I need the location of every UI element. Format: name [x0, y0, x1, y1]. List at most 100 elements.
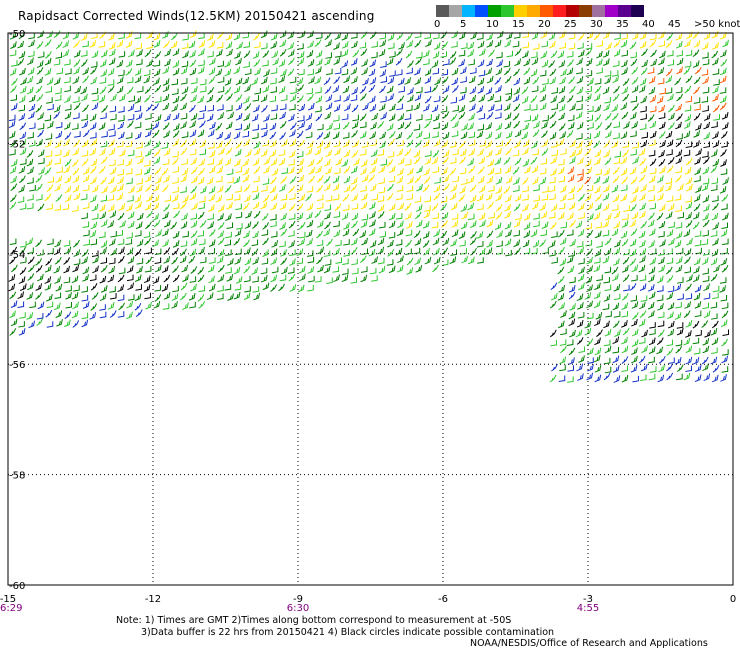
- wind-barb: [685, 356, 693, 365]
- wind-barb: [649, 328, 656, 336]
- wind-barb: [495, 148, 502, 156]
- wind-barb: [136, 185, 143, 193]
- wind-barb: [27, 282, 34, 291]
- wind-barb: [461, 211, 468, 220]
- wind-barb: [640, 166, 648, 174]
- wind-barb: [424, 68, 432, 76]
- wind-barb: [415, 130, 423, 139]
- wind-barb: [198, 300, 206, 309]
- wind-barb: [190, 157, 197, 166]
- wind-barb: [217, 60, 224, 68]
- wind-barb: [225, 213, 232, 221]
- wind-barb: [253, 210, 261, 219]
- wind-barb: [109, 286, 116, 293]
- wind-barb: [280, 194, 288, 201]
- legend-label: >50 knots: [694, 19, 740, 30]
- wind-barb: [281, 139, 288, 147]
- wind-barb: [585, 48, 593, 56]
- wind-barb: [665, 87, 673, 94]
- wind-barb: [415, 114, 423, 121]
- wind-barb: [495, 104, 502, 111]
- wind-barb: [639, 193, 646, 201]
- wind-barb: [702, 178, 710, 185]
- wind-barb: [594, 318, 601, 327]
- wind-barb: [685, 177, 693, 185]
- wind-barb: [99, 293, 107, 302]
- wind-barb: [225, 249, 232, 257]
- wind-barb: [693, 257, 701, 266]
- wind-barb: [252, 286, 260, 293]
- legend-label: 0: [434, 19, 441, 30]
- wind-barb: [270, 86, 277, 94]
- wind-barb: [667, 302, 675, 310]
- wind-barb: [549, 329, 557, 338]
- wind-barb: [216, 49, 223, 57]
- wind-barb: [593, 176, 601, 184]
- wind-barb: [711, 248, 719, 257]
- wind-barb: [63, 122, 71, 130]
- wind-barb: [620, 156, 628, 165]
- wind-barb: [638, 264, 646, 273]
- wind-barb: [576, 319, 584, 328]
- wind-barb: [397, 95, 405, 104]
- wind-barb: [485, 193, 493, 201]
- wind-barb: [343, 75, 350, 84]
- wind-barb: [674, 356, 682, 365]
- wind-barb: [198, 40, 206, 48]
- wind-barb: [352, 49, 360, 58]
- wind-barb: [433, 42, 441, 50]
- wind-barb: [361, 214, 369, 221]
- wind-barb: [629, 283, 637, 291]
- wind-barb: [450, 97, 457, 104]
- wind-barb: [154, 264, 162, 273]
- wind-barb: [144, 129, 152, 138]
- wind-barb: [496, 59, 503, 68]
- wind-barb: [209, 122, 216, 130]
- wind-barb: [325, 39, 332, 47]
- wind-barb: [432, 32, 440, 40]
- wind-barb: [316, 140, 324, 149]
- wind-barb: [692, 221, 700, 230]
- wind-barb: [17, 301, 25, 309]
- wind-barb: [413, 230, 421, 239]
- wind-barb: [530, 229, 538, 238]
- wind-barb: [144, 202, 152, 211]
- wind-barb: [269, 95, 277, 103]
- wind-barb: [143, 160, 151, 167]
- wind-barb: [235, 141, 243, 149]
- wind-barb: [371, 194, 378, 201]
- wind-barb: [89, 113, 97, 122]
- wind-barb: [28, 122, 36, 130]
- wind-barb: [99, 148, 106, 156]
- wind-barb: [667, 93, 674, 102]
- wind-barb: [100, 141, 108, 148]
- wind-barb: [719, 87, 727, 94]
- wind-barb: [659, 88, 666, 95]
- wind-barb: [54, 94, 62, 102]
- wind-barb: [27, 166, 34, 175]
- wind-barb: [693, 194, 701, 202]
- legend-swatch: [436, 5, 449, 17]
- wind-barb: [719, 102, 727, 111]
- wind-barb: [288, 185, 295, 194]
- wind-barb: [692, 274, 700, 283]
- wind-barb: [613, 311, 621, 318]
- wind-barb: [649, 39, 657, 48]
- wind-barb: [369, 104, 377, 112]
- wind-barb: [576, 67, 583, 75]
- wind-barb: [297, 51, 305, 59]
- wind-barb: [91, 88, 99, 95]
- wind-barb: [522, 122, 530, 131]
- wind-barb: [513, 219, 521, 228]
- wind-barb: [566, 51, 574, 58]
- wind-barb: [622, 78, 630, 86]
- wind-barb: [503, 61, 511, 68]
- wind-barb: [467, 41, 475, 50]
- wind-barb: [307, 266, 315, 274]
- wind-barb: [685, 96, 692, 103]
- wind-barb: [242, 167, 250, 176]
- wind-barb: [353, 158, 360, 166]
- wind-barb: [188, 255, 196, 264]
- wind-barb: [505, 131, 513, 139]
- wind-barb: [721, 302, 729, 310]
